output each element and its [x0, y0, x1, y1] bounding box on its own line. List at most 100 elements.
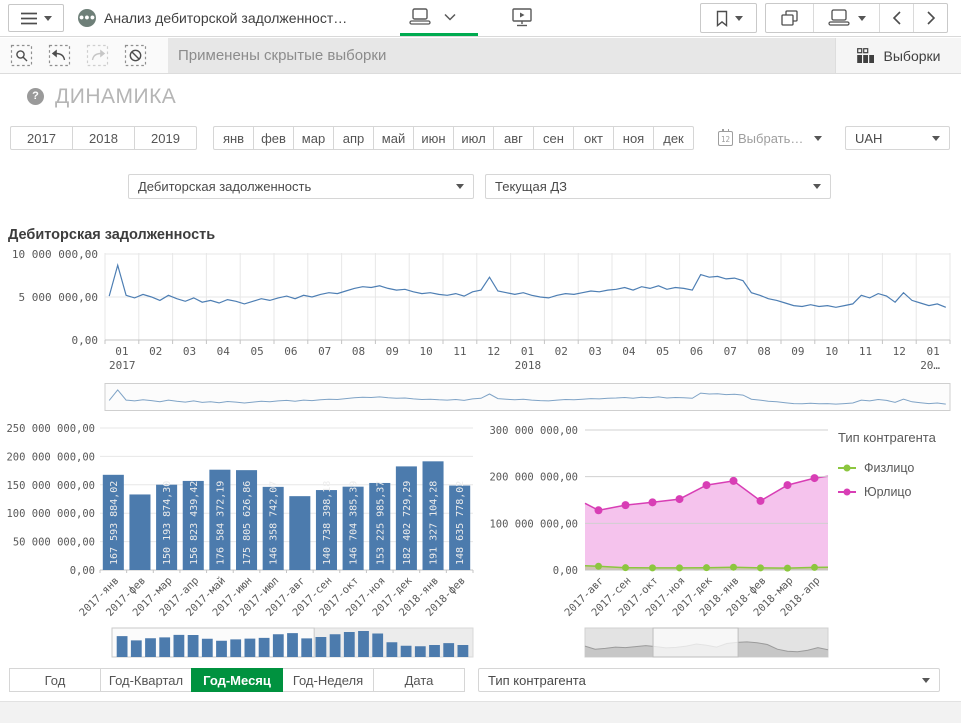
svg-text:250 000 000,00: 250 000 000,00	[6, 424, 95, 435]
svg-text:12: 12	[893, 345, 906, 358]
svg-text:10: 10	[419, 345, 432, 358]
dz-type-select[interactable]: Текущая ДЗ	[485, 174, 831, 199]
step-back-icon[interactable]	[48, 44, 71, 67]
month-button-авг[interactable]: авг	[493, 126, 534, 150]
svg-text:0,00: 0,00	[72, 334, 99, 347]
svg-text:2017: 2017	[109, 359, 136, 372]
svg-text:0,00: 0,00	[553, 565, 578, 577]
sheet-selector-button[interactable]	[408, 7, 456, 27]
clear-selections-icon[interactable]	[124, 44, 147, 67]
duplicate-sheet-button[interactable]	[766, 4, 813, 32]
selections-grid-icon	[857, 48, 875, 63]
svg-text:10: 10	[825, 345, 838, 358]
chevron-right-icon	[925, 10, 937, 26]
month-button-окт[interactable]: окт	[573, 126, 614, 150]
svg-text:167 593 884,02: 167 593 884,02	[109, 481, 120, 565]
period-tab-Год-Неделя[interactable]: Год-Неделя	[282, 668, 374, 692]
month-button-июл[interactable]: июл	[453, 126, 494, 150]
year-button-2018[interactable]: 2018	[72, 126, 135, 150]
svg-text:10 000 000,00: 10 000 000,00	[12, 248, 98, 261]
selections-label: Выборки	[884, 48, 941, 64]
month-button-фев[interactable]: фев	[253, 126, 294, 150]
svg-text:146 704 385,39: 146 704 385,39	[349, 481, 360, 565]
svg-text:2018: 2018	[515, 359, 542, 372]
svg-text:200 000 000,00: 200 000 000,00	[489, 472, 578, 484]
hidden-selections-message: Применены скрытые выборки	[168, 38, 835, 73]
active-sheet-underline	[400, 33, 478, 36]
svg-text:300 000 000,00: 300 000 000,00	[489, 425, 578, 437]
footer-strip	[0, 701, 961, 723]
legend-item-Юрлицо[interactable]: Юрлицо	[838, 485, 958, 499]
svg-text:11: 11	[859, 345, 872, 358]
currency-select[interactable]: UAH	[845, 126, 950, 150]
svg-text:09: 09	[791, 345, 804, 358]
svg-text:146 358 742,07: 146 358 742,07	[269, 481, 280, 565]
legend-item-Физлицо[interactable]: Физлицо	[838, 461, 958, 475]
month-button-мар[interactable]: мар	[293, 126, 334, 150]
chevron-down-icon	[444, 13, 456, 21]
svg-text:02: 02	[149, 345, 162, 358]
app-title: Анализ дебиторской задолженност…	[104, 10, 347, 26]
svg-text:100 000 000,00: 100 000 000,00	[489, 518, 578, 530]
svg-text:182 402 729,29: 182 402 729,29	[402, 481, 413, 565]
period-tab-Год-Квартал[interactable]: Год-Квартал	[100, 668, 192, 692]
svg-text:07: 07	[724, 345, 737, 358]
bookmark-button[interactable]	[700, 3, 757, 33]
counterparty-value: Тип контрагента	[488, 673, 586, 688]
receivables-bar-chart[interactable]: 0,0050 000 000,00100 000 000,00150 000 0…	[0, 424, 480, 624]
date-picker-button[interactable]: 12 Выбрать…	[718, 126, 822, 150]
year-button-2017[interactable]: 2017	[10, 126, 73, 150]
selections-tool-button[interactable]: Выборки	[835, 38, 961, 73]
line-chart-navigator[interactable]	[0, 382, 961, 414]
app-thumbnail-icon[interactable]: ●●●	[78, 9, 96, 27]
caret-down-icon	[456, 184, 464, 189]
sheet-list-button[interactable]	[813, 4, 879, 32]
receivables-line-chart[interactable]: 0,005 000 000,0010 000 000,0001020304050…	[0, 248, 961, 383]
navigation-menu-button[interactable]	[8, 4, 64, 32]
month-button-ноя[interactable]: ноя	[613, 126, 654, 150]
month-button-апр[interactable]: апр	[333, 126, 374, 150]
counterparty-select[interactable]: Тип контрагента	[478, 668, 940, 692]
svg-text:08: 08	[352, 345, 365, 358]
year-button-2019[interactable]: 2019	[134, 126, 197, 150]
sheet-heading: ДИНАМИКА	[55, 85, 176, 109]
svg-text:09: 09	[386, 345, 399, 358]
help-icon[interactable]: ?	[27, 88, 44, 105]
prev-sheet-button[interactable]	[879, 4, 913, 32]
svg-text:50 000 000,00: 50 000 000,00	[13, 537, 95, 549]
month-button-дек[interactable]: дек	[653, 126, 694, 150]
next-sheet-button[interactable]	[913, 4, 947, 32]
step-forward-icon[interactable]	[86, 44, 109, 67]
line-chart-title: Дебиторская задолженность	[8, 227, 215, 243]
period-tab-Год[interactable]: Год	[9, 668, 101, 692]
dz-type-value: Текущая ДЗ	[495, 179, 567, 194]
caret-down-icon	[813, 184, 821, 189]
month-filter-group: янвфевмарапрмайиюниюлавгсеноктноядек	[213, 126, 694, 150]
year-filter-group: 201720182019	[10, 126, 197, 150]
measure-select[interactable]: Дебиторская задолженность	[128, 174, 474, 199]
svg-text:08: 08	[757, 345, 770, 358]
period-tab-Дата[interactable]: Дата	[373, 668, 465, 692]
svg-text:100 000 000,00: 100 000 000,00	[6, 508, 95, 520]
period-tab-group: ГодГод-КварталГод-МесяцГод-НеделяДата	[10, 668, 465, 692]
smart-search-icon[interactable]	[10, 44, 33, 67]
legend-items: Физлицо Юрлицо	[838, 461, 958, 499]
chevron-left-icon	[891, 10, 903, 26]
svg-text:150 000 000,00: 150 000 000,00	[6, 480, 95, 492]
month-button-янв[interactable]: янв	[213, 126, 254, 150]
caret-down-icon	[735, 16, 743, 21]
svg-text:156 823 439,42: 156 823 439,42	[189, 481, 200, 565]
top-toolbar: ●●● Анализ дебиторской задолженност…	[0, 0, 961, 37]
month-button-май[interactable]: май	[373, 126, 414, 150]
svg-text:153 225 985,37: 153 225 985,37	[375, 481, 386, 565]
bookmark-icon	[715, 10, 729, 27]
bar-chart-navigator[interactable]	[0, 626, 480, 662]
period-tab-Год-Месяц[interactable]: Год-Месяц	[191, 668, 283, 692]
month-button-июн[interactable]: июн	[413, 126, 454, 150]
month-button-сен[interactable]: сен	[533, 126, 574, 150]
qlik-dashboard: ●●● Анализ дебиторской задолженност…	[0, 0, 961, 723]
svg-text:191 327 104,28: 191 327 104,28	[429, 481, 440, 565]
storytelling-icon[interactable]	[511, 7, 533, 34]
area-chart-navigator[interactable]	[480, 626, 961, 662]
svg-text:175 805 626,86: 175 805 626,86	[242, 481, 253, 565]
